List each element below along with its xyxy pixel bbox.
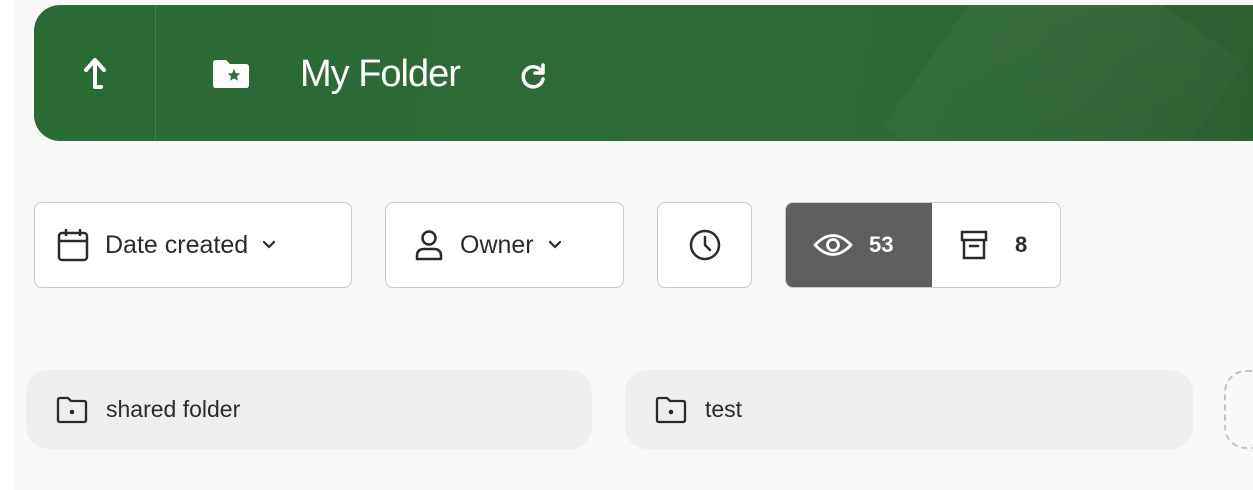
owner-label: Owner xyxy=(460,230,534,259)
folder-header: My Folder xyxy=(34,5,1253,141)
refresh-icon[interactable] xyxy=(517,60,549,92)
person-icon xyxy=(415,230,443,261)
starred-folder-icon xyxy=(213,60,249,88)
folder-icon xyxy=(655,396,687,423)
folder-card[interactable]: test xyxy=(625,370,1193,449)
visible-count: 53 xyxy=(869,232,894,257)
owner-filter[interactable]: Owner xyxy=(385,202,624,288)
eye-icon xyxy=(813,234,853,256)
go-up-button[interactable] xyxy=(34,5,156,141)
calendar-icon xyxy=(57,229,89,262)
archive-icon xyxy=(960,230,988,260)
archived-items-tab[interactable]: 8 xyxy=(932,203,1060,287)
new-folder-placeholder[interactable] xyxy=(1224,370,1253,449)
recent-filter-button[interactable] xyxy=(657,202,752,288)
chevron-down-icon xyxy=(548,240,561,249)
header-decoration xyxy=(882,5,1246,141)
folder-icon xyxy=(56,396,88,423)
chevron-down-icon xyxy=(263,240,276,249)
archived-count: 8 xyxy=(1015,232,1028,257)
visible-items-tab[interactable]: 53 xyxy=(786,203,932,287)
up-arrow-icon xyxy=(83,58,106,89)
folder-name: shared folder xyxy=(106,396,241,422)
visibility-toggle: 53 8 xyxy=(785,202,1061,288)
folder-card[interactable]: shared folder xyxy=(26,370,592,449)
clock-icon xyxy=(689,229,720,261)
date-created-label: Date created xyxy=(105,230,249,259)
page-title: My Folder xyxy=(300,53,461,95)
folder-name: test xyxy=(705,396,743,422)
date-created-filter[interactable]: Date created xyxy=(34,202,352,288)
